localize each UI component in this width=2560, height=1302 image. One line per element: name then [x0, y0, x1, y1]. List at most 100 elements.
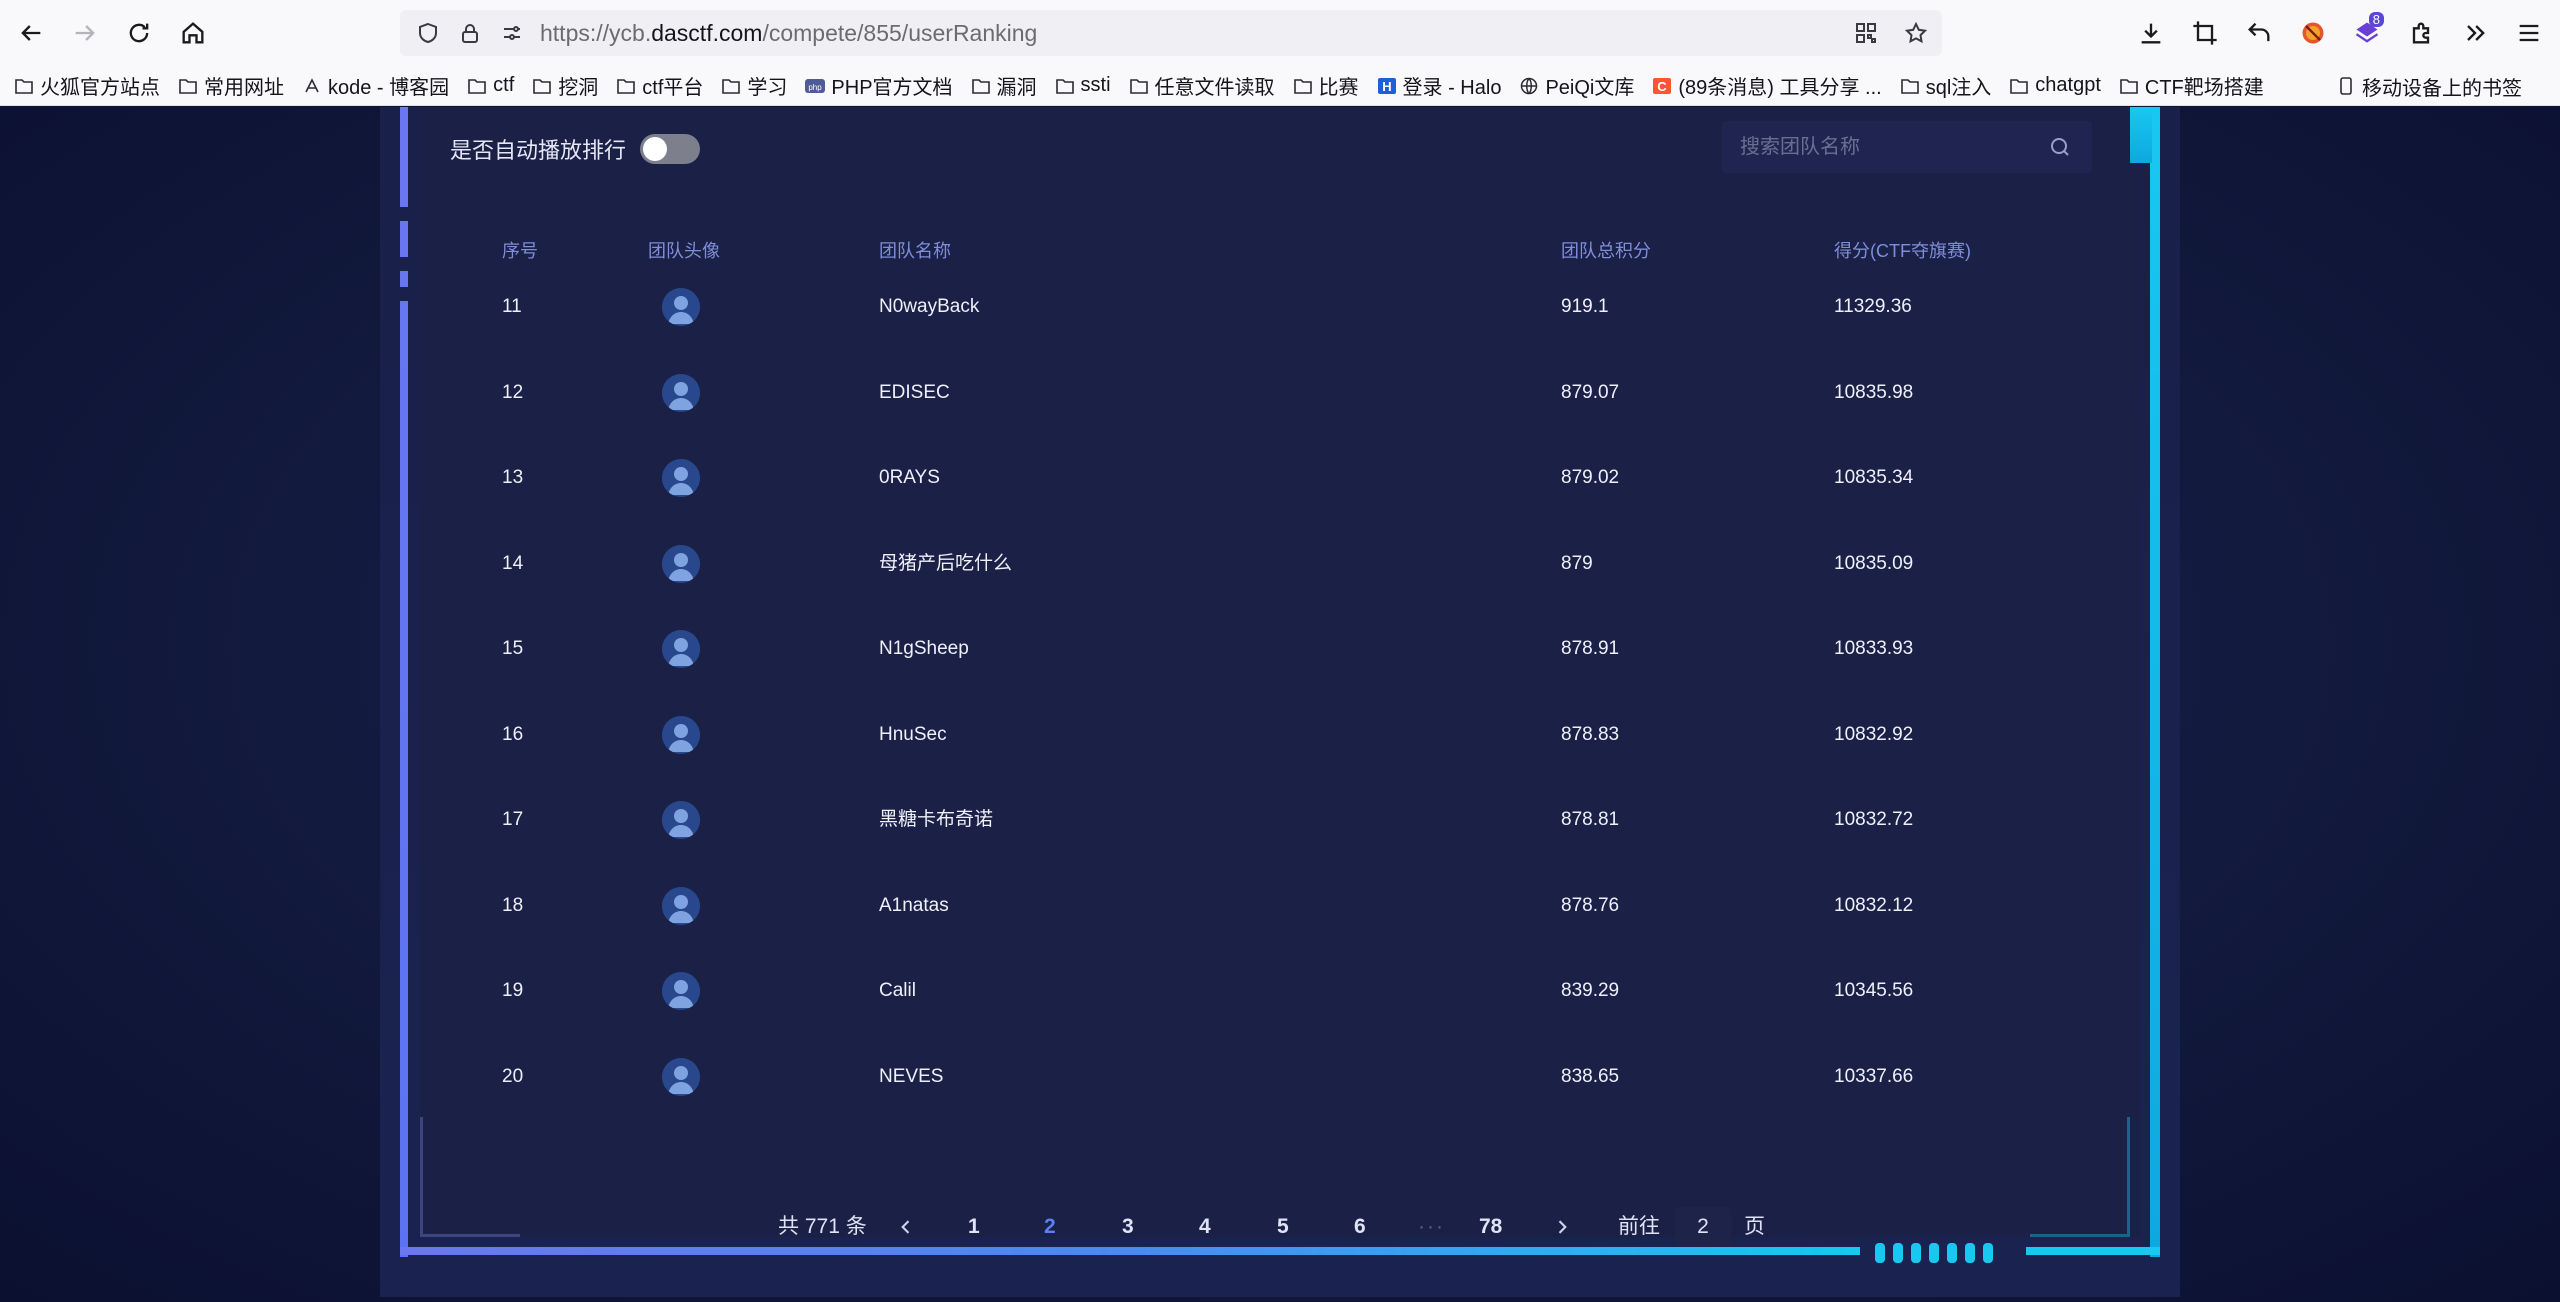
downloads-button[interactable] — [2128, 10, 2174, 56]
bookmark-label: 常用网址 — [204, 77, 284, 99]
extensions-button[interactable] — [2398, 10, 2444, 56]
svg-text:H: H — [1382, 79, 1391, 94]
page-button-3[interactable]: 3 — [1122, 1207, 1134, 1247]
bookmark-item[interactable]: 学习 — [721, 70, 787, 102]
frame-gap — [400, 207, 408, 221]
download-icon — [2141, 23, 2161, 44]
team-search — [1722, 121, 2092, 173]
page-button-4[interactable]: 4 — [1199, 1207, 1211, 1247]
bookmark-item[interactable]: 常用网址 — [178, 70, 284, 102]
bookmark-item[interactable]: ctf平台 — [616, 70, 703, 102]
bookmark-label: ssti — [1080, 74, 1111, 96]
back-arrow-icon — [21, 25, 41, 41]
svg-text:php: php — [809, 83, 823, 92]
goto-suffix: 页 — [1744, 1215, 1765, 1238]
goto-label: 前往 — [1618, 1215, 1660, 1238]
folder-icon — [2009, 77, 2029, 95]
extension-button-1[interactable] — [2290, 10, 2336, 56]
shield-icon[interactable] — [414, 19, 442, 47]
bookmark-item[interactable]: chatgpt — [2009, 70, 2101, 102]
page-button-5[interactable]: 5 — [1277, 1207, 1289, 1247]
page-button-last[interactable]: 78 — [1479, 1207, 1502, 1247]
bookmark-item[interactable]: ctf — [467, 70, 514, 102]
extension-button-2[interactable]: 8 — [2344, 10, 2390, 56]
permissions-icon[interactable] — [498, 19, 526, 47]
search-icon[interactable] — [2048, 135, 2072, 159]
table-row[interactable]: 12 EDISEC 879.07 10835.98 — [485, 373, 2095, 478]
halo-icon: H — [1377, 77, 1397, 95]
table-row[interactable]: 18 A1natas 878.76 10832.12 — [485, 886, 2095, 991]
team-avatar — [662, 972, 700, 1010]
bookmark-label: 火狐官方站点 — [40, 77, 160, 99]
folder-icon — [178, 77, 198, 95]
folder-icon — [14, 77, 34, 95]
folder-icon — [1900, 77, 1920, 95]
next-page-icon[interactable] — [1552, 1217, 1572, 1237]
bookmark-item[interactable]: php PHP官方文档 — [805, 70, 953, 102]
team-avatar — [662, 373, 700, 412]
team-avatar — [662, 886, 700, 925]
overflow-button[interactable] — [2452, 10, 2498, 56]
bookmark-item[interactable]: CTF靶场搭建 — [2119, 70, 2264, 102]
bookmark-item[interactable]: C (89条消息) 工具分享 ... — [1652, 70, 1882, 102]
bookmark-item[interactable]: kode - 博客园 — [302, 70, 449, 102]
undo-icon — [2248, 22, 2270, 42]
column-header-avatar: 团队头像 — [648, 241, 720, 261]
bookmarks-bar: 火狐官方站点 常用网址 kode - 博客园 ctf 挖洞 ctf平台 学习 php PHP官方… — [0, 66, 2560, 106]
table-row[interactable]: 19 Calil 839.29 10345.56 — [485, 972, 2095, 1076]
menu-button[interactable] — [2506, 10, 2552, 56]
bookmark-label: (89条消息) 工具分享 ... — [1678, 77, 1882, 99]
bookmark-item[interactable]: 挖洞 — [532, 70, 598, 102]
toggle-knob — [643, 137, 668, 161]
table-row[interactable]: 16 HnuSec 878.83 10832.92 — [485, 715, 2095, 820]
prev-page-icon[interactable] — [896, 1217, 916, 1237]
bookmark-star-icon[interactable] — [1902, 19, 1930, 47]
bookmark-label: CTF靶场搭建 — [2144, 77, 2264, 99]
team-avatar — [662, 288, 700, 326]
csdn-icon: C — [1652, 77, 1672, 95]
bookmark-item[interactable]: 比赛 — [1293, 70, 1359, 102]
pagination: 共 771 条 1 2 3 4 5 6 ··· 78 前往 2 页 — [0, 1207, 2560, 1247]
pagination-ellipsis[interactable]: ··· — [1418, 1207, 1445, 1247]
page-button-6[interactable]: 6 — [1354, 1207, 1366, 1247]
home-button[interactable] — [170, 10, 216, 56]
bookmark-item[interactable]: 漏洞 — [971, 70, 1037, 102]
table-row[interactable]: 17 黑糖卡布奇诺 878.81 10832.72 — [485, 801, 2095, 905]
bookmark-item[interactable]: H 登录 - Halo — [1377, 70, 1501, 102]
lock-icon[interactable] — [456, 19, 484, 47]
table-row[interactable]: 11 N0wayBack 919.1 11329.36 — [485, 288, 2095, 392]
table-row[interactable]: 14 母猪产后吃什么 879 10835.09 — [485, 544, 2095, 649]
bookmark-label: PHP官方文档 — [831, 77, 953, 99]
undo-button[interactable] — [2236, 10, 2282, 56]
url-bar[interactable]: https://ycb.dasctf.com/compete/855/userR… — [400, 10, 1942, 56]
kode-icon — [302, 77, 322, 95]
reload-button[interactable] — [116, 10, 162, 56]
url-actions — [1852, 19, 1930, 47]
folder-icon — [971, 77, 991, 95]
goto-page-input[interactable]: 2 — [1675, 1207, 1731, 1247]
folder-icon — [721, 77, 741, 95]
table-row[interactable]: 15 N1gSheep 878.91 10833.93 — [485, 630, 2095, 734]
bookmark-item[interactable]: 火狐官方站点 — [14, 70, 160, 102]
team-avatar — [662, 459, 700, 497]
url-text[interactable]: https://ycb.dasctf.com/compete/855/userR… — [540, 20, 1037, 47]
bookmark-item[interactable]: 任意文件读取 — [1129, 70, 1275, 102]
back-button[interactable] — [8, 10, 54, 56]
auto-play-toggle[interactable] — [640, 134, 701, 164]
bookmark-item[interactable]: ssti — [1055, 70, 1111, 102]
table-row[interactable]: 20 NEVES 838.65 10337.66 — [485, 1057, 2095, 1162]
screenshot-button[interactable] — [2182, 10, 2228, 56]
qr-code-icon[interactable] — [1852, 19, 1880, 47]
url-domain: dasctf.com — [651, 19, 763, 46]
page-button-2[interactable]: 2 — [1044, 1207, 1056, 1247]
bookmark-item[interactable]: sql注入 — [1900, 70, 1991, 102]
puzzle-icon — [2412, 22, 2430, 44]
folder-icon — [2119, 77, 2139, 95]
mobile-bookmarks-folder[interactable]: 移动设备上的书签 — [2336, 70, 2522, 102]
bookmark-item[interactable]: PeiQi文库 — [1519, 70, 1634, 102]
page-button-1[interactable]: 1 — [968, 1207, 980, 1247]
team-search-input[interactable] — [1740, 135, 2040, 159]
forward-button[interactable] — [62, 10, 108, 56]
table-row[interactable]: 13 0RAYS 879.02 10835.34 — [485, 459, 2095, 563]
extension-count-badge: 8 — [2368, 12, 2384, 27]
